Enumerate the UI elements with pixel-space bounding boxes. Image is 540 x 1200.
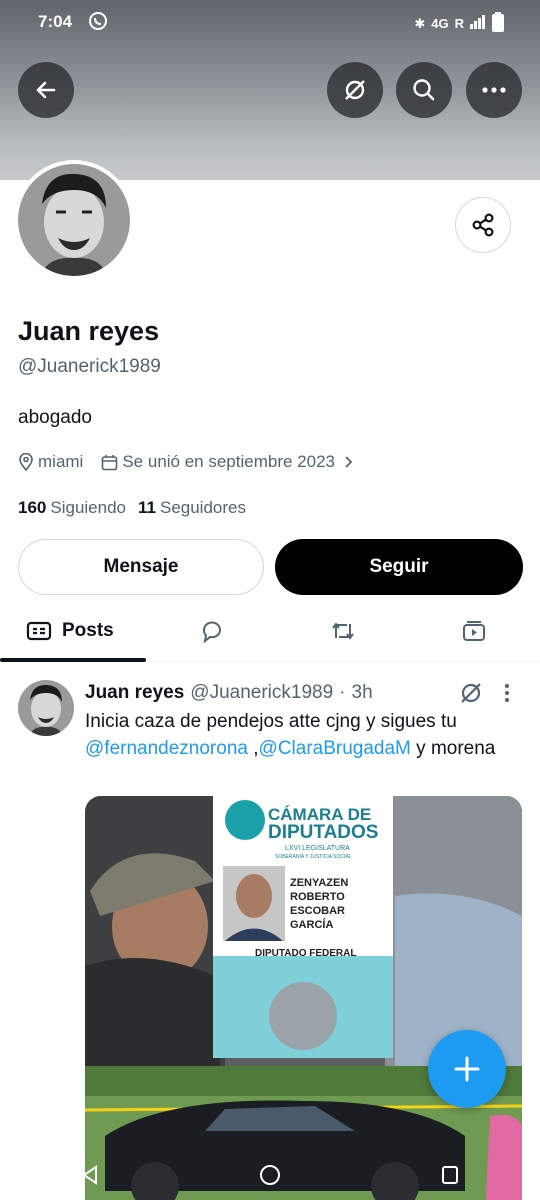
followers-link[interactable]: 11 Seguidores	[138, 498, 246, 518]
message-button[interactable]: Mensaje	[18, 539, 264, 595]
profile-handle: @Juanerick1989	[18, 356, 161, 377]
profile-meta: miami Se unió en septiembre 2023	[18, 452, 373, 472]
tab-reposts[interactable]	[277, 600, 408, 661]
follow-counts: 160 Siguiendo 11 Seguidores	[18, 498, 246, 518]
card-name1: ZENYAZEN	[290, 877, 348, 889]
following-label: Siguiendo	[50, 498, 126, 517]
nav-home-icon[interactable]	[257, 1162, 283, 1188]
avatar-image	[18, 164, 130, 276]
post-text: Inicia caza de pendejos atte cjng y sigu…	[85, 708, 515, 762]
follow-button[interactable]: Seguir	[275, 539, 523, 595]
card-line2: DIPUTADOS	[268, 822, 378, 843]
bluetooth-icon: ✱	[414, 15, 426, 31]
mention-link[interactable]: @ClaraBrugadaM	[259, 738, 411, 759]
card-line3: LXVI LEGISLATURA	[285, 845, 350, 852]
more-vertical-icon	[505, 684, 509, 702]
whatsapp-icon	[88, 11, 108, 36]
network-label: 4G	[431, 16, 449, 31]
joined-item[interactable]: Se unió en septiembre 2023	[101, 452, 355, 472]
profile-bio: abogado	[18, 407, 92, 428]
signal-icon	[470, 15, 486, 32]
card-name4: GARCÍA	[290, 918, 333, 931]
status-time: 7:04	[38, 12, 73, 31]
chevron-right-icon	[345, 456, 353, 468]
tab-posts[interactable]: Posts	[0, 600, 146, 662]
share-button[interactable]	[455, 197, 511, 253]
battery-icon	[492, 12, 504, 35]
tab-posts-label: Posts	[62, 619, 114, 641]
post-text-part: Inicia caza de pendejos atte cjng y sigu…	[85, 711, 457, 732]
nav-back-icon[interactable]	[78, 1163, 102, 1187]
grok-icon	[461, 683, 481, 703]
card-line4: SOBERANÍA Y JUSTICIA SOCIAL	[275, 853, 352, 860]
replies-icon	[202, 621, 221, 643]
share-icon	[472, 213, 494, 237]
location-text: miami	[38, 452, 84, 471]
reposts-icon	[332, 621, 354, 640]
grok-icon	[345, 80, 365, 100]
posts-icon	[26, 621, 52, 640]
nav-recents-icon[interactable]	[438, 1163, 462, 1187]
post-grok-button[interactable]	[458, 680, 484, 711]
post-text-sep: ,	[247, 738, 259, 759]
search-button[interactable]	[396, 62, 452, 118]
post-author-handle[interactable]: @Juanerick1989	[190, 682, 333, 704]
status-bar: 7:04 ✱ 4G R	[0, 0, 540, 44]
calendar-icon	[102, 454, 118, 470]
roaming-label: R	[454, 16, 464, 31]
mention-link[interactable]: @fernandeznorona	[85, 738, 248, 759]
post-more-button[interactable]	[503, 683, 511, 708]
search-icon	[413, 79, 435, 101]
post-separator: ·	[339, 682, 346, 703]
tab-replies[interactable]	[146, 600, 277, 661]
profile-avatar[interactable]	[14, 160, 134, 280]
system-nav-bar	[0, 1150, 540, 1200]
status-icons: ✱ 4G R	[414, 12, 504, 35]
profile-display-name: Juan reyes	[18, 316, 160, 346]
followers-count: 11	[138, 498, 156, 517]
compose-button[interactable]	[428, 1030, 506, 1108]
following-link[interactable]: 160 Siguiendo	[18, 498, 126, 518]
more-dots-icon	[482, 87, 506, 93]
location-pin-icon	[19, 453, 33, 471]
followers-label: Seguidores	[159, 498, 246, 517]
post-text-end: y morena	[410, 738, 496, 759]
joined-text: Se unió en septiembre 2023	[122, 452, 335, 471]
back-button[interactable]	[18, 62, 74, 118]
post-time: 3h	[351, 682, 373, 703]
more-options-button[interactable]	[466, 62, 522, 118]
grok-button[interactable]	[327, 62, 383, 118]
post-media[interactable]: CÁMARA DE DIPUTADOS LXVI LEGISLATURA SOB…	[85, 796, 522, 1200]
following-count: 160	[18, 498, 47, 517]
card-role: DIPUTADO FEDERAL	[255, 948, 356, 959]
post-avatar[interactable]	[18, 680, 74, 736]
tab-media[interactable]	[409, 600, 540, 661]
card-name3: ESCOBAR	[290, 905, 345, 917]
arrow-left-icon	[36, 81, 56, 99]
post-author-name[interactable]: Juan reyes	[85, 682, 184, 704]
post-header: Juan reyes @Juanerick1989 · 3h	[85, 682, 373, 704]
card-name2: ROBERTO	[290, 891, 345, 903]
media-icon	[463, 620, 486, 641]
plus-icon	[454, 1056, 480, 1082]
location-item: miami	[18, 452, 83, 472]
profile-tabs: Posts	[0, 600, 540, 662]
